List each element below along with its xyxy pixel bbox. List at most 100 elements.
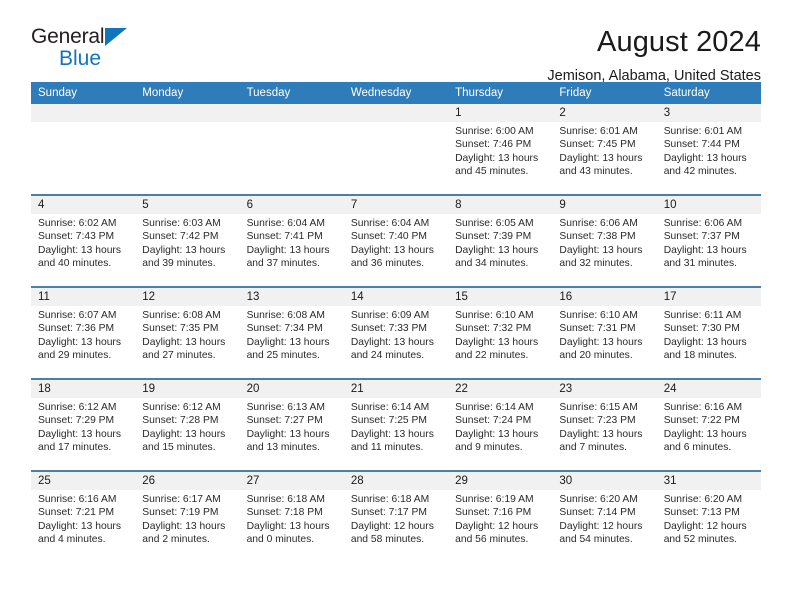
calendar-day: 11 Sunrise: 6:07 AM Sunset: 7:36 PM Dayligh… [31, 288, 136, 378]
day-details: Sunrise: 6:09 AM Sunset: 7:33 PM Daylight:… [344, 306, 448, 363]
sunrise-time: Sunrise: 6:04 AM [246, 218, 325, 229]
sunrise-time: Sunrise: 6:18 AM [350, 494, 430, 505]
day-details: Sunrise: 6:00 AM Sunset: 7:46 PM Daylight:… [448, 122, 552, 179]
calendar-day-cell[interactable]: 20 Sunrise: 6:13 AM Sunset: 7:27 PM Dayligh… [239, 378, 344, 471]
calendar-day-cell[interactable]: 25 Sunrise: 6:16 AM Sunset: 7:21 PM Dayligh… [31, 470, 136, 562]
calendar-day-cell[interactable]: 1 Sunrise: 6:00 AM Sunset: 7:46 PM Daylight… [448, 104, 553, 195]
calendar-day-cell[interactable]: 6 Sunrise: 6:04 AM Sunset: 7:41 PM Daylight… [239, 194, 344, 287]
calendar-day-cell[interactable]: 26 Sunrise: 6:17 AM Sunset: 7:19 PM Dayligh… [135, 470, 240, 562]
day-number [135, 104, 240, 122]
sunset-time: Sunset: 7:29 PM [38, 415, 115, 427]
daylight-duration-line2: and 40 minutes. [38, 258, 112, 270]
daylight-duration-line2: and 4 minutes. [38, 534, 106, 546]
calendar-day-cell[interactable] [31, 104, 136, 195]
calendar-day-cell[interactable]: 29 Sunrise: 6:19 AM Sunset: 7:16 PM Dayligh… [448, 470, 553, 562]
daylight-duration-line2: and 56 minutes. [455, 534, 529, 546]
calendar-day-cell[interactable]: 9 Sunrise: 6:06 AM Sunset: 7:38 PM Daylight… [552, 194, 657, 287]
sunset-time: Sunset: 7:46 PM [455, 139, 532, 151]
daylight-duration-line2: and 42 minutes. [663, 166, 737, 178]
calendar-day-cell[interactable]: 28 Sunrise: 6:18 AM Sunset: 7:17 PM Dayligh… [343, 470, 449, 562]
calendar-day-cell[interactable]: 3 Sunrise: 6:01 AM Sunset: 7:44 PM Daylight… [656, 104, 761, 195]
calendar-day-cell[interactable]: 16 Sunrise: 6:10 AM Sunset: 7:31 PM Dayligh… [552, 286, 657, 379]
brand-logo[interactable]: General Blue [31, 26, 151, 70]
calendar-day-cell[interactable]: 15 Sunrise: 6:10 AM Sunset: 7:32 PM Dayligh… [448, 286, 553, 379]
sunrise-time: Sunrise: 6:12 AM [142, 402, 221, 413]
day-number [239, 104, 344, 122]
calendar-day-cell[interactable]: 30 Sunrise: 6:20 AM Sunset: 7:14 PM Dayligh… [552, 470, 657, 562]
calendar-day: 16 Sunrise: 6:10 AM Sunset: 7:31 PM Dayligh… [552, 288, 657, 378]
calendar-day-cell[interactable]: 24 Sunrise: 6:16 AM Sunset: 7:22 PM Dayligh… [656, 378, 761, 471]
day-number: 14 [343, 288, 449, 306]
calendar-day-cell[interactable] [239, 104, 344, 195]
sunset-time: Sunset: 7:35 PM [142, 323, 219, 335]
calendar-day-cell[interactable]: 13 Sunrise: 6:08 AM Sunset: 7:34 PM Dayligh… [239, 286, 344, 379]
day-number: 4 [31, 196, 136, 214]
daylight-duration-line1: Daylight: 13 hours [663, 428, 747, 440]
calendar-day: 12 Sunrise: 6:08 AM Sunset: 7:35 PM Dayligh… [135, 288, 240, 378]
day-number: 5 [135, 196, 240, 214]
calendar-day-cell[interactable]: 2 Sunrise: 6:01 AM Sunset: 7:45 PM Daylight… [552, 104, 657, 195]
calendar-day-cell[interactable]: 31 Sunrise: 6:20 AM Sunset: 7:13 PM Dayligh… [656, 470, 761, 562]
day-number: 30 [552, 472, 657, 490]
calendar-day-cell[interactable]: 4 Sunrise: 6:02 AM Sunset: 7:43 PM Daylight… [31, 194, 136, 287]
sunset-time: Sunset: 7:42 PM [142, 231, 219, 243]
day-details: Sunrise: 6:16 AM Sunset: 7:22 PM Daylight:… [657, 398, 761, 455]
calendar-day-cell[interactable]: 8 Sunrise: 6:05 AM Sunset: 7:39 PM Daylight… [448, 194, 553, 287]
calendar-day-cell[interactable]: 7 Sunrise: 6:04 AM Sunset: 7:40 PM Daylight… [343, 194, 449, 287]
day-details: Sunrise: 6:08 AM Sunset: 7:34 PM Daylight:… [240, 306, 344, 363]
day-details: Sunrise: 6:18 AM Sunset: 7:17 PM Daylight:… [344, 490, 448, 547]
day-number: 21 [343, 380, 449, 398]
calendar-day-cell[interactable]: 11 Sunrise: 6:07 AM Sunset: 7:36 PM Dayligh… [31, 286, 136, 379]
daylight-duration-line1: Daylight: 13 hours [455, 152, 539, 164]
calendar-day-cell[interactable]: 27 Sunrise: 6:18 AM Sunset: 7:18 PM Dayligh… [239, 470, 344, 562]
daylight-duration-line2: and 39 minutes. [142, 258, 216, 270]
calendar-day: 2 Sunrise: 6:01 AM Sunset: 7:45 PM Daylight… [552, 104, 657, 194]
calendar-day-cell[interactable]: 5 Sunrise: 6:03 AM Sunset: 7:42 PM Daylight… [135, 194, 240, 287]
sunrise-time: Sunrise: 6:20 AM [559, 494, 638, 505]
calendar-day: 9 Sunrise: 6:06 AM Sunset: 7:38 PM Daylight… [552, 196, 657, 286]
sunrise-time: Sunrise: 6:01 AM [663, 126, 743, 137]
sunset-time: Sunset: 7:14 PM [559, 507, 636, 519]
calendar-day-cell[interactable]: 14 Sunrise: 6:09 AM Sunset: 7:33 PM Dayligh… [343, 286, 449, 379]
calendar-day-cell[interactable]: 17 Sunrise: 6:11 AM Sunset: 7:30 PM Dayligh… [656, 286, 761, 379]
sunrise-time: Sunrise: 6:04 AM [350, 218, 430, 229]
sunset-time: Sunset: 7:34 PM [246, 323, 323, 335]
sunset-time: Sunset: 7:30 PM [663, 323, 740, 335]
sunset-time: Sunset: 7:21 PM [38, 507, 115, 519]
sunrise-time: Sunrise: 6:16 AM [38, 494, 117, 505]
day-details: Sunrise: 6:02 AM Sunset: 7:43 PM Daylight:… [31, 214, 135, 271]
daylight-duration-line1: Daylight: 13 hours [142, 336, 226, 348]
calendar-day-cell[interactable]: 18 Sunrise: 6:12 AM Sunset: 7:29 PM Dayligh… [31, 378, 136, 471]
sunrise-time: Sunrise: 6:01 AM [559, 126, 638, 137]
day-number: 26 [135, 472, 240, 490]
calendar-day-cell[interactable] [343, 104, 449, 195]
calendar-day-cell[interactable]: 23 Sunrise: 6:15 AM Sunset: 7:23 PM Dayligh… [552, 378, 657, 471]
sunset-time: Sunset: 7:31 PM [559, 323, 636, 335]
day-details: Sunrise: 6:18 AM Sunset: 7:18 PM Daylight:… [240, 490, 344, 547]
sunrise-time: Sunrise: 6:18 AM [246, 494, 325, 505]
calendar-day-cell[interactable]: 19 Sunrise: 6:12 AM Sunset: 7:28 PM Dayligh… [135, 378, 240, 471]
daylight-duration-line2: and 11 minutes. [350, 442, 424, 454]
sunrise-time: Sunrise: 6:05 AM [455, 218, 534, 229]
day-number: 18 [31, 380, 136, 398]
calendar-day-cell[interactable]: 22 Sunrise: 6:14 AM Sunset: 7:24 PM Dayligh… [448, 378, 553, 471]
sunrise-time: Sunrise: 6:02 AM [38, 218, 117, 229]
sunrise-time: Sunrise: 6:08 AM [142, 310, 221, 321]
daylight-duration-line1: Daylight: 12 hours [350, 520, 434, 532]
weekday-header-wednesday: Wednesday [343, 82, 449, 104]
day-number: 1 [448, 104, 553, 122]
calendar-day-cell[interactable] [135, 104, 240, 195]
calendar-day-cell[interactable]: 12 Sunrise: 6:08 AM Sunset: 7:35 PM Dayligh… [135, 286, 240, 379]
daylight-duration-line1: Daylight: 13 hours [559, 152, 643, 164]
sunrise-time: Sunrise: 6:13 AM [246, 402, 325, 413]
calendar-day-cell[interactable]: 21 Sunrise: 6:14 AM Sunset: 7:25 PM Dayligh… [343, 378, 449, 471]
day-number: 15 [448, 288, 553, 306]
calendar-day: 10 Sunrise: 6:06 AM Sunset: 7:37 PM Dayligh… [656, 196, 761, 286]
day-number: 2 [552, 104, 657, 122]
day-details: Sunrise: 6:10 AM Sunset: 7:32 PM Daylight:… [448, 306, 552, 363]
sunrise-time: Sunrise: 6:07 AM [38, 310, 117, 321]
brand-logo-bottom: Blue [31, 48, 151, 70]
sunset-time: Sunset: 7:28 PM [142, 415, 219, 427]
calendar-day-cell[interactable]: 10 Sunrise: 6:06 AM Sunset: 7:37 PM Dayligh… [656, 194, 761, 287]
day-number: 7 [343, 196, 449, 214]
